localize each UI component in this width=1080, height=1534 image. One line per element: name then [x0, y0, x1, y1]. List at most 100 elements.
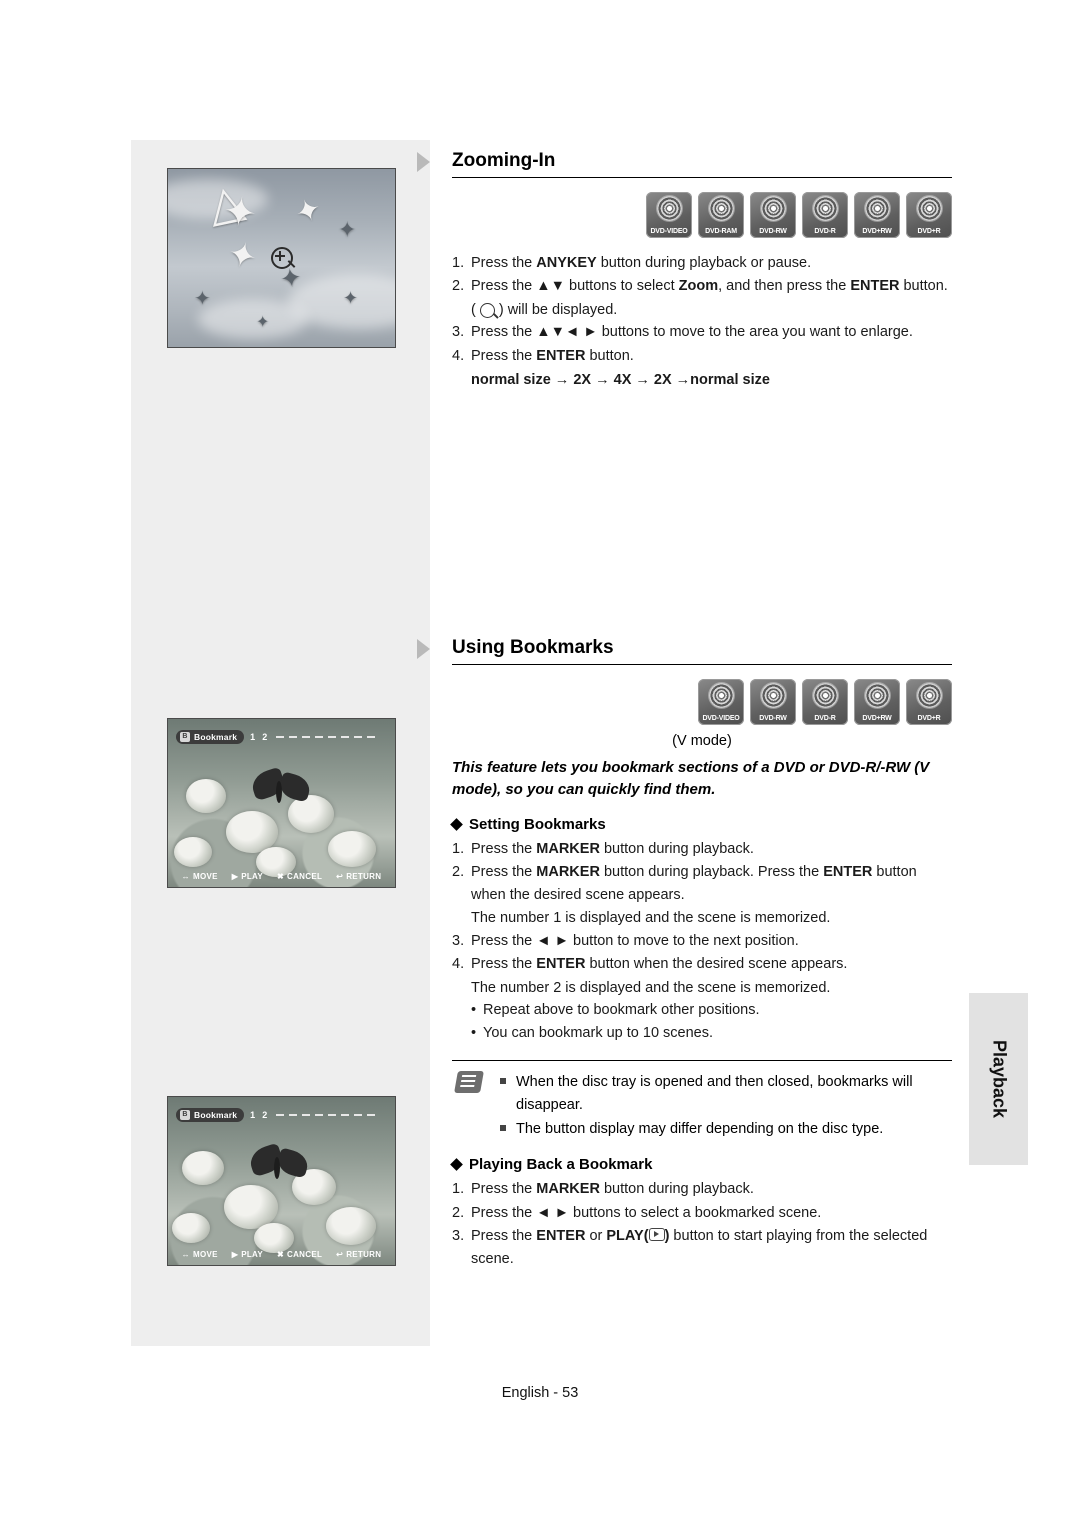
disc-icon: [916, 682, 942, 708]
step-text: Press the ◄ ► buttons to select a bookma…: [471, 1204, 822, 1221]
step-number: 1.: [452, 255, 465, 271]
bookmark-slot-1: 1: [250, 731, 256, 742]
step-note: The number 2 is displayed and the scene …: [471, 979, 831, 996]
disc-icon: [708, 196, 734, 221]
screenshot-bookmark-1: B Bookmark 1 2 ↔ MOVE ▶ PLAY ✖ CANCEL ↩ RETU…: [167, 718, 396, 888]
osd-hint-label: CANCEL: [287, 1250, 323, 1259]
bookmark-osd-bar: B Bookmark 1 2: [176, 1106, 387, 1123]
bullet-item: • Repeat above to bookmark other positio…: [471, 999, 952, 1021]
butterfly-body: [274, 1157, 280, 1179]
step-text: Press the ANYKEY button during playback …: [471, 255, 812, 271]
blossom-shape: [174, 837, 212, 867]
step-number: 3.: [452, 932, 465, 949]
disc-badge-dvd-rw: DVD-RW: [750, 678, 796, 725]
bookmark-icon: B: [180, 731, 190, 742]
magnify-note: ( ) will be displayed.: [471, 299, 952, 321]
osd-hint-move: ↔ MOVE: [182, 1250, 218, 1259]
magnify-note-text: ) will be displayed.: [498, 301, 618, 318]
seagull-icon: ✦: [220, 188, 260, 238]
blossom-shape: [182, 1151, 224, 1185]
disc-badge-label: DVD+R: [917, 228, 941, 235]
bookmark-slot-2: 2: [262, 731, 268, 742]
step-text: Press the MARKER button during playback.: [471, 1181, 754, 1198]
blossom-shape: [172, 1213, 210, 1243]
step-text: Press the ENTER button when the desired …: [471, 956, 848, 973]
osd-hint-label: RETURN: [346, 1250, 382, 1259]
playing-bookmark-steps: 1. Press the MARKER button during playba…: [452, 1178, 952, 1270]
butterfly-body: [276, 781, 282, 803]
step-text: Press the ENTER or PLAY() button to star…: [471, 1228, 928, 1267]
blossom-shape: [326, 1207, 376, 1245]
note-bullet-icon: [500, 1118, 516, 1140]
disc-icon: [916, 196, 942, 221]
step-number: 1.: [452, 840, 465, 857]
osd-hint-label: PLAY: [241, 872, 264, 881]
disc-badge-label: DVD-RW: [759, 714, 787, 722]
step-number: 3.: [452, 1228, 465, 1245]
disc-badge-dvd-video: DVD-VIDEO: [646, 192, 692, 238]
osd-hint-label: MOVE: [192, 872, 218, 881]
play-icon: ▶: [231, 1250, 239, 1259]
disc-icon: [760, 682, 786, 708]
disc-badge-label: DVD+RW: [862, 714, 892, 722]
zoom-cursor-icon: [271, 247, 293, 269]
note-text: The button display may differ depending …: [516, 1120, 884, 1137]
bookmark-label-pill: B Bookmark: [176, 1107, 245, 1122]
blossom-shape: [288, 795, 334, 833]
step-number: 2.: [452, 278, 465, 295]
step-number: 1.: [452, 1181, 465, 1198]
step-item: 3. Press the ENTER or PLAY() button to s…: [452, 1225, 952, 1270]
screenshot-bookmark-2: B Bookmark 1 2 ↔ MOVE ▶ PLAY ✖ CANCEL ↩ RETU…: [167, 1096, 396, 1266]
note-bullet-icon: [500, 1071, 516, 1116]
step-number: 4.: [452, 347, 465, 364]
bookmark-osd-bar: B Bookmark 1 2: [176, 728, 387, 745]
bookmark-slots: 1 2: [250, 1110, 376, 1120]
bookmark-empty-slots: [276, 735, 376, 738]
osd-hint-cancel: ✖ CANCEL: [277, 872, 322, 881]
move-icon: ↔: [181, 1250, 190, 1259]
side-tab-label: Playback: [989, 1039, 1009, 1119]
note-item: When the disc tray is opened and then cl…: [500, 1071, 952, 1116]
disc-badge-dvd-ram: DVD-RAM: [698, 192, 744, 238]
step-item: 3. Press the ◄ ► button to move to the n…: [452, 930, 952, 952]
move-icon: ↔: [181, 872, 190, 881]
step-number: 4.: [452, 956, 465, 973]
disc-icon: [708, 682, 734, 708]
disc-badge-label: DVD-RW: [759, 228, 787, 235]
bookmark-icon: B: [180, 1109, 190, 1120]
osd-button-hints: ↔ MOVE ▶ PLAY ✖ CANCEL ↩ RETURN: [168, 1250, 395, 1259]
disc-badge-label: DVD-R: [814, 714, 836, 722]
section-title: Using Bookmarks: [452, 636, 614, 658]
step-text: Press the MARKER button during playback.: [471, 840, 754, 857]
cancel-icon: ✖: [277, 1250, 285, 1259]
disc-badge-dvd-r: DVD-R: [802, 192, 848, 238]
blossom-shape: [186, 779, 226, 813]
heading-rule: [452, 177, 952, 178]
return-icon: ↩: [336, 1250, 344, 1259]
bookmark-label-pill: B Bookmark: [176, 729, 245, 744]
disc-badge-row-bookmarks: DVD-VIDEO DVD-RW DVD-R DVD+RW DVD+R: [452, 678, 952, 725]
diamond-bullet-icon: [450, 1158, 463, 1172]
seagull-icon: ✦: [194, 288, 211, 310]
bullet-text: Repeat above to bookmark other positions…: [483, 1002, 760, 1019]
note-box: When the disc tray is opened and then cl…: [452, 1060, 952, 1140]
disc-badge-label: DVD+RW: [862, 228, 892, 235]
osd-hint-move: ↔ MOVE: [182, 872, 218, 881]
step-text: Press the ▲▼ buttons to select Zoom, and…: [471, 278, 948, 295]
disc-badge-label: DVD-RAM: [705, 228, 737, 235]
cloud-shape: [198, 299, 308, 339]
section-heading-zooming-in: Zooming-In: [417, 150, 952, 178]
play-icon: ▶: [231, 872, 239, 881]
step-item: 3. Press the ▲▼◄ ► buttons to move to th…: [452, 321, 952, 343]
note-text: When the disc tray is opened and then cl…: [516, 1074, 913, 1113]
vmode-note: (V mode): [672, 732, 732, 749]
subheading-text: Setting Bookmarks: [469, 815, 606, 833]
subheading-text: Playing Back a Bookmark: [469, 1156, 653, 1174]
step-note: The number 1 is displayed and the scene …: [471, 910, 831, 927]
osd-button-hints: ↔ MOVE ▶ PLAY ✖ CANCEL ↩ RETURN: [168, 872, 395, 881]
bookmark-slots: 1 2: [250, 731, 376, 742]
disc-badge-label: DVD-VIDEO: [702, 714, 740, 722]
osd-hint-return: ↩ RETURN: [336, 1250, 381, 1259]
disc-icon: [812, 682, 838, 708]
disc-badge-dvd-plus-rw: DVD+RW: [854, 678, 900, 725]
